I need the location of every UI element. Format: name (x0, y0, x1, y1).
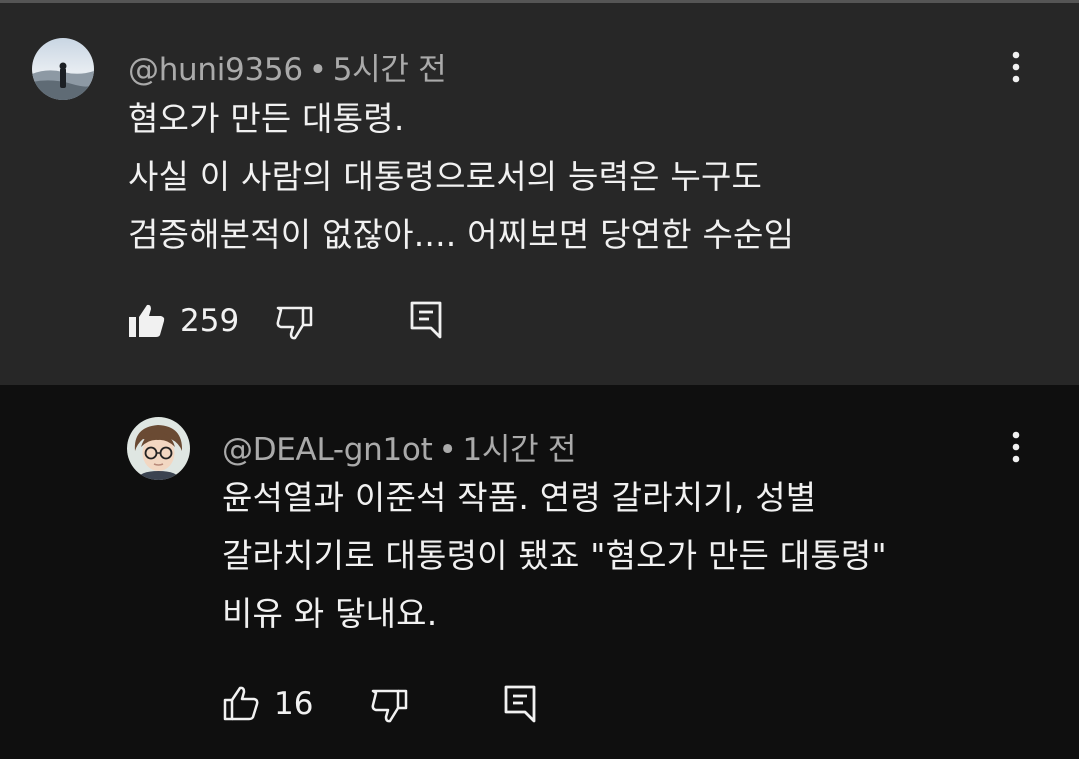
comment-line: 윤석열과 이준석 작품. 연령 갈라치기, 성별 (222, 478, 817, 517)
author-name[interactable]: @DEAL-gn1ot (222, 432, 433, 468)
avatar[interactable] (32, 38, 94, 100)
thumbs-up-outline-icon (223, 686, 259, 721)
dislike-button[interactable] (276, 305, 314, 341)
thumbs-down-icon (276, 306, 313, 340)
comment-line: 검증해본적이 없잖아.... 어찌보면 당연한 수순임 (128, 215, 795, 254)
avatar-person-image (127, 417, 190, 480)
like-count: 16 (274, 686, 314, 722)
comment-text: 혐오가 만든 대통령. 사실 이 사람의 대통령으로서의 능력은 누구도 검증해… (128, 90, 794, 264)
comment-meta: @huni9356 • 5시간 전 (128, 44, 447, 89)
more-options-button[interactable] (1001, 427, 1031, 467)
comment-line: 비유 와 닿내요. (222, 594, 438, 633)
comment-line: 갈라치기로 대통령이 됐죠 "혐오가 만든 대통령" (222, 536, 887, 575)
meta-separator: • (308, 52, 327, 88)
thumbs-up-filled-icon (129, 304, 165, 337)
reply-button[interactable] (503, 684, 537, 724)
thumbs-down-icon (371, 689, 408, 723)
author-name[interactable]: @huni9356 (128, 52, 303, 88)
like-button[interactable]: 259 (128, 303, 239, 339)
comment-meta: @DEAL-gn1ot • 1시간 전 (222, 424, 576, 469)
dislike-button[interactable] (371, 688, 409, 724)
more-vert-icon (1012, 51, 1020, 83)
comment-line: 혐오가 만든 대통령. (128, 99, 405, 138)
avatar-landscape-image (32, 38, 94, 100)
more-vert-icon (1012, 431, 1020, 463)
reply-button[interactable] (409, 300, 443, 340)
avatar[interactable] (127, 417, 190, 480)
comments-page: @huni9356 • 5시간 전 혐오가 만든 대통령. 사실 이 사람의 대통령… (0, 0, 1079, 759)
meta-separator: • (438, 432, 457, 468)
comment-time: 1시간 전 (462, 432, 577, 468)
comment-text: 윤석열과 이준석 작품. 연령 갈라치기, 성별 갈라치기로 대통령이 됐죠 "… (222, 469, 887, 643)
comment-time: 5시간 전 (332, 52, 447, 88)
reply-icon (504, 685, 536, 723)
comment-line: 사실 이 사람의 대통령으로서의 능력은 누구도 (128, 157, 763, 196)
reply-icon (410, 301, 442, 339)
like-button[interactable]: 16 (222, 686, 313, 722)
like-count: 259 (180, 303, 240, 339)
more-options-button[interactable] (1001, 47, 1031, 87)
